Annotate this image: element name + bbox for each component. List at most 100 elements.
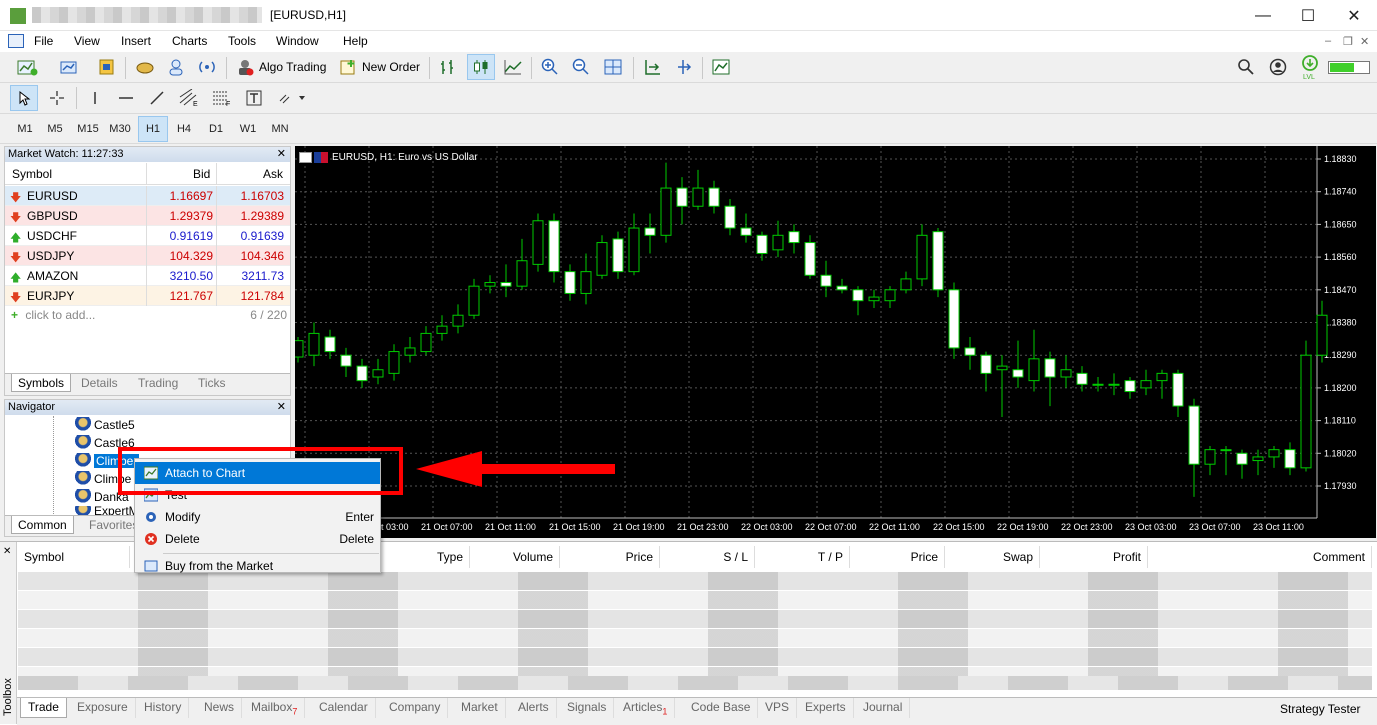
vertical-line-button[interactable]: [82, 85, 108, 111]
menu-charts[interactable]: Charts: [172, 34, 207, 48]
buy-from-market-item[interactable]: Buy from the Market: [135, 558, 380, 573]
fibonacci-button[interactable]: F: [208, 85, 236, 111]
menu-file[interactable]: File: [34, 34, 53, 48]
add-symbol-row[interactable]: + click to add... 6 / 220: [11, 308, 289, 326]
tab-signals[interactable]: Signals: [560, 698, 615, 718]
menu-view[interactable]: View: [74, 34, 100, 48]
chart-shift-button[interactable]: [640, 54, 666, 80]
tab-company[interactable]: Company: [382, 698, 449, 718]
new-order-button[interactable]: New Order: [336, 54, 424, 80]
column-header[interactable]: S / L: [660, 546, 755, 568]
column-header[interactable]: Swap: [945, 546, 1040, 568]
account-button[interactable]: [1266, 54, 1290, 80]
column-header[interactable]: Price: [850, 546, 945, 568]
market-watch-row[interactable]: 🡅 AMAZON 3210.50 3211.73: [5, 266, 290, 286]
column-header[interactable]: Comment: [1148, 546, 1372, 568]
column-header[interactable]: T / P: [755, 546, 850, 568]
column-header[interactable]: Volume: [470, 546, 560, 568]
autoscroll-button[interactable]: [671, 54, 697, 80]
tab-code-base[interactable]: Code Base: [684, 698, 759, 718]
trendline-button[interactable]: [144, 85, 170, 111]
tab-mailbox[interactable]: Mailbox7: [244, 698, 306, 718]
templates-button[interactable]: [94, 54, 120, 80]
delete-item[interactable]: Delete Delete: [135, 528, 380, 550]
accounts-button[interactable]: [132, 54, 158, 80]
maximize-button[interactable]: ☐: [1285, 0, 1331, 31]
tab-details[interactable]: Details: [75, 374, 124, 392]
zoom-in-button[interactable]: [537, 54, 563, 80]
timeframe-h1[interactable]: H1: [138, 116, 168, 142]
algo-trading-button[interactable]: Algo Trading: [233, 54, 329, 80]
menu-help[interactable]: Help: [343, 34, 368, 48]
strategy-tester-button[interactable]: Strategy Tester: [1280, 702, 1360, 716]
tab-trade[interactable]: Trade: [20, 698, 67, 718]
tab-alerts[interactable]: Alerts: [511, 698, 557, 718]
tab-history[interactable]: History: [137, 698, 190, 718]
column-header[interactable]: Symbol: [18, 546, 130, 568]
column-symbol[interactable]: Symbol: [12, 167, 52, 181]
tile-windows-button[interactable]: [600, 54, 626, 80]
search-button[interactable]: [1234, 54, 1258, 80]
shapes-dropdown-button[interactable]: [272, 85, 312, 111]
equidistant-channel-button[interactable]: E: [175, 85, 203, 111]
new-chart-button[interactable]: [10, 54, 46, 80]
timeframe-mn[interactable]: MN: [265, 116, 295, 142]
timeframe-m15[interactable]: M15: [73, 116, 103, 142]
tab-trading[interactable]: Trading: [132, 374, 184, 392]
menu-window[interactable]: Window: [276, 34, 319, 48]
properties-button[interactable]: [708, 54, 734, 80]
tab-ticks[interactable]: Ticks: [192, 374, 232, 392]
zoom-out-button[interactable]: [568, 54, 594, 80]
minimize-button[interactable]: —: [1240, 0, 1286, 31]
horizontal-line-button[interactable]: [113, 85, 139, 111]
cursor-tool-button[interactable]: [10, 85, 38, 111]
timeframe-h4[interactable]: H4: [169, 116, 199, 142]
tab-news[interactable]: News: [197, 698, 243, 718]
mdi-restore-button[interactable]: ❐: [1343, 35, 1353, 48]
timeframe-d1[interactable]: D1: [201, 116, 231, 142]
signals-button[interactable]: [194, 54, 220, 80]
tab-journal[interactable]: Journal: [856, 698, 911, 718]
timeframe-m5[interactable]: M5: [40, 116, 70, 142]
level-button[interactable]: LVL: [1298, 52, 1322, 82]
close-icon[interactable]: ✕: [277, 400, 286, 415]
modify-item[interactable]: Modify Enter: [135, 506, 380, 528]
market-watch-row[interactable]: 🡇 USDJPY 104.329 104.346: [5, 246, 290, 266]
column-bid[interactable]: Bid: [193, 167, 210, 181]
column-header[interactable]: Type: [394, 546, 470, 568]
tab-symbols[interactable]: Symbols: [11, 374, 72, 392]
blurred-trade-row[interactable]: [18, 591, 1372, 609]
mdi-close-button[interactable]: ✕: [1360, 35, 1369, 48]
blurred-trade-row[interactable]: [18, 648, 1372, 666]
market-watch-row[interactable]: 🡇 GBPUSD 1.29379 1.29389: [5, 206, 290, 226]
close-button[interactable]: ✕: [1331, 0, 1377, 31]
users-button[interactable]: [163, 54, 189, 80]
text-tool-button[interactable]: [241, 85, 267, 111]
market-watch-row[interactable]: 🡇 EURJPY 121.767 121.784: [5, 286, 290, 306]
line-chart-button[interactable]: [500, 54, 526, 80]
toolbox-close[interactable]: ✕: [3, 546, 11, 557]
crosshair-tool-button[interactable]: [44, 85, 70, 111]
blurred-trade-row[interactable]: [18, 629, 1372, 647]
column-ask[interactable]: Ask: [263, 167, 283, 181]
tab-articles[interactable]: Articles1: [616, 698, 676, 718]
timeframe-m1[interactable]: M1: [10, 116, 40, 142]
timeframe-w1[interactable]: W1: [233, 116, 263, 142]
bar-chart-button[interactable]: [435, 54, 461, 80]
candlestick-chart-button[interactable]: [467, 54, 495, 80]
timeframe-m30[interactable]: M30: [105, 116, 135, 142]
mdi-minimize-button[interactable]: –: [1325, 35, 1331, 47]
tab-experts[interactable]: Experts: [798, 698, 854, 718]
close-icon[interactable]: ✕: [277, 147, 286, 162]
menu-tools[interactable]: Tools: [228, 34, 256, 48]
column-header[interactable]: Price: [564, 546, 660, 568]
navigator-item[interactable]: Castle5: [75, 417, 135, 433]
tab-calendar[interactable]: Calendar: [312, 698, 376, 718]
blurred-trade-row[interactable]: [18, 610, 1372, 628]
column-header[interactable]: Profit: [1040, 546, 1148, 568]
tab-common[interactable]: Common: [11, 516, 74, 534]
navigator-item[interactable]: ExpertM: [75, 506, 139, 515]
market-watch-row[interactable]: 🡅 USDCHF 0.91619 0.91639: [5, 226, 290, 246]
tab-exposure[interactable]: Exposure: [70, 698, 136, 718]
market-watch-row[interactable]: 🡇 EURUSD 1.16697 1.16703: [5, 186, 290, 206]
